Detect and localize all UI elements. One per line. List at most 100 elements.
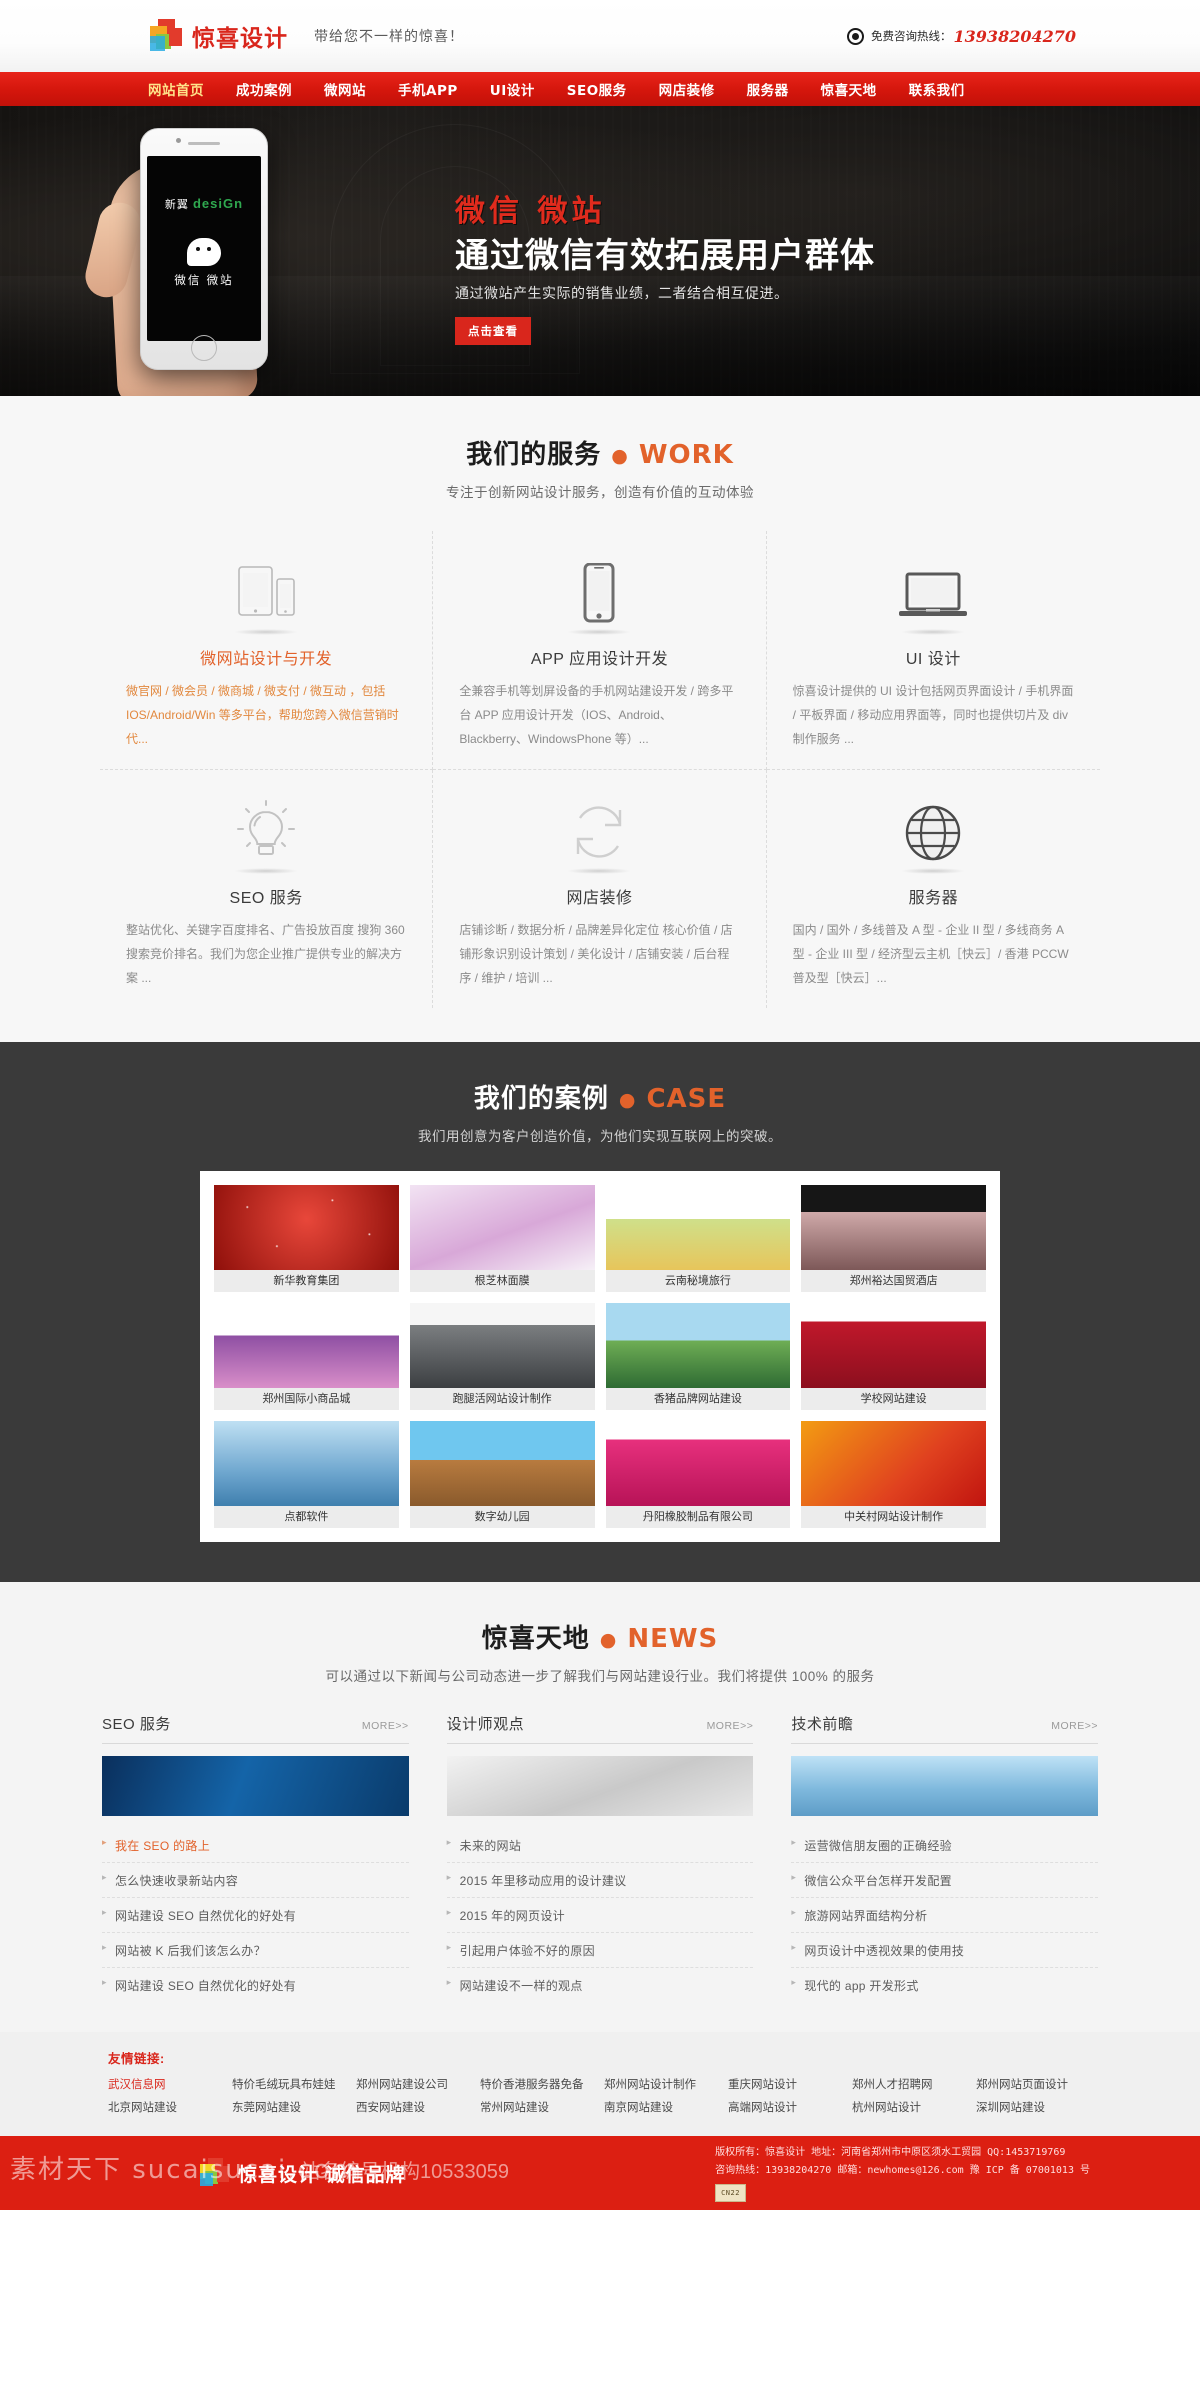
news-link-1-1[interactable]: 2015 年里移动应用的设计建议 — [447, 1863, 754, 1897]
news-column-image[interactable] — [102, 1756, 409, 1816]
friendly-link-1-5[interactable]: 重庆网站设计 — [728, 2076, 852, 2092]
friendly-link-1-6[interactable]: 郑州人才招聘网 — [852, 2076, 976, 2092]
nav-item-9[interactable]: 联系我们 — [909, 79, 965, 99]
footer-copyright: 版权所有：惊喜设计 地址：河南省郑州市中原区须水工贸园 QQ:145371976… — [715, 2144, 1090, 2203]
nav-item-0[interactable]: 网站首页 — [148, 79, 204, 99]
case-thumbnail — [409, 1421, 595, 1506]
case-item-1[interactable]: 根芝林面膜 — [409, 1185, 595, 1292]
hero-kicker: 微信 微站 — [455, 194, 606, 229]
friendly-link-1-1[interactable]: 特价毛绒玩具布娃娃 — [232, 2076, 356, 2092]
case-item-7[interactable]: 学校网站建设 — [801, 1303, 986, 1410]
news-link-1-0[interactable]: 未来的网站 — [447, 1828, 754, 1862]
news-more-link[interactable]: MORE>> — [707, 1720, 754, 1732]
news-more-link[interactable]: MORE>> — [362, 1720, 409, 1732]
tablet-phone-icon — [126, 553, 406, 623]
service-card-5[interactable]: 服务器 国内 / 国外 / 多线普及 A 型 - 企业 II 型 / 多线商务 A… — [767, 770, 1100, 1008]
news-link-0-1[interactable]: 怎么快速收录新站内容 — [102, 1863, 409, 1897]
case-thumbnail — [214, 1421, 399, 1506]
service-description: 整站优化、关键字百度排名、广告投放百度 搜狗 360 搜索竞价排名。我们为您企业… — [126, 923, 405, 985]
friendly-link-2-1[interactable]: 东莞网站建设 — [232, 2099, 356, 2115]
friendly-link-1-4[interactable]: 郑州网站设计制作 — [604, 2076, 728, 2092]
news-list: 运营微信朋友圈的正确经验微信公众平台怎样开发配置旅游网站界面结构分析网页设计中透… — [791, 1828, 1098, 2002]
icon-shadow — [901, 868, 966, 874]
friendly-link-2-0[interactable]: 北京网站建设 — [108, 2099, 232, 2115]
friendly-link-1-3[interactable]: 特价香港服务器免备 — [480, 2076, 604, 2092]
news-link-2-4[interactable]: 现代的 app 开发形式 — [791, 1968, 1098, 2002]
site-header: 惊喜设计 带给您不一样的惊喜！ 免费咨询热线： 13938204270 — [0, 0, 1200, 72]
site-footer: 惊喜设计 诚信品牌 版权所有：惊喜设计 地址：河南省郑州市中原区须水工贸园 QQ… — [0, 2136, 1200, 2210]
service-card-1[interactable]: APP 应用设计开发 全兼容手机等划屏设备的手机网站建设开发 / 跨多平台 APP… — [433, 531, 767, 770]
service-card-0[interactable]: 微网站设计与开发 微官网 / 微会员 / 微商城 / 微支付 / 微互动 ，包括 … — [100, 531, 434, 770]
friendly-link-2-2[interactable]: 西安网站建设 — [356, 2099, 480, 2115]
news-list-item: 未来的网站 — [446, 1828, 754, 1863]
friendly-link-2-3[interactable]: 常州网站建设 — [480, 2099, 604, 2115]
nav-item-4[interactable]: UI设计 — [490, 79, 535, 99]
case-thumbnail — [605, 1185, 791, 1270]
news-more-link[interactable]: MORE>> — [1051, 1720, 1098, 1732]
news-link-0-3[interactable]: 网站被 K 后我们该怎么办？ — [102, 1933, 409, 1967]
news-column-image[interactable] — [791, 1756, 1098, 1816]
case-thumbnail — [801, 1421, 986, 1506]
icon-shadow — [567, 629, 632, 635]
service-card-2[interactable]: UI 设计 惊喜设计提供的 UI 设计包括网页界面设计 / 手机界面 / 平板界面… — [766, 531, 1100, 770]
news-link-0-0[interactable]: 我在 SEO 的路上 — [102, 1828, 409, 1862]
friendly-link-1-2[interactable]: 郑州网站建设公司 — [356, 2076, 480, 2092]
service-card-3[interactable]: SEO 服务整站优化、关键字百度排名、广告投放百度 搜狗 360 搜索竞价排名。… — [100, 770, 434, 1008]
news-link-2-3[interactable]: 网页设计中透视效果的使用技 — [791, 1933, 1098, 1967]
news-link-0-4[interactable]: 网站建设 SEO 自然优化的好处有 — [102, 1968, 409, 2002]
heading-dot-icon: ● — [618, 1088, 637, 1111]
hero-cta-button[interactable]: 点击查看 — [455, 317, 531, 345]
nav-item-8[interactable]: 惊喜天地 — [821, 79, 877, 99]
news-link-1-2[interactable]: 2015 年的网页设计 — [447, 1898, 754, 1932]
news-heading: 惊喜天地 ● NEWS — [0, 1618, 1200, 1655]
case-caption: 跑腿活网站设计制作 — [409, 1388, 595, 1410]
news-column-image[interactable] — [446, 1756, 754, 1816]
service-card-4[interactable]: 网店装修 店铺诊断 / 数据分析 / 品牌差异化定位 核心价值 / 店铺形象识别设… — [433, 770, 767, 1008]
case-item-0[interactable]: 新华教育集团 — [214, 1185, 399, 1292]
case-item-4[interactable]: 郑州国际小商品城 — [214, 1303, 399, 1410]
nav-item-3[interactable]: 手机APP — [398, 79, 458, 99]
news-link-1-4[interactable]: 网站建设不一样的观点 — [447, 1968, 754, 2002]
nav-item-7[interactable]: 服务器 — [747, 79, 789, 99]
friendly-link-2-6[interactable]: 杭州网站设计 — [852, 2099, 976, 2115]
nav-item-2[interactable]: 微网站 — [324, 79, 366, 99]
hotline-label: 免费咨询热线： — [871, 31, 952, 43]
news-link-2-2[interactable]: 旅游网站界面结构分析 — [791, 1898, 1098, 1932]
nav-item-6[interactable]: 网店装修 — [659, 79, 715, 99]
case-item-6[interactable]: 香猪品牌网站建设 — [605, 1303, 791, 1410]
case-item-11[interactable]: 中关村网站设计制作 — [801, 1421, 986, 1528]
news-link-0-2[interactable]: 网站建设 SEO 自然优化的好处有 — [102, 1898, 409, 1932]
case-item-9[interactable]: 数字幼儿园 — [409, 1421, 595, 1528]
services-heading: 我们的服务 ● WORK — [0, 434, 1200, 471]
nav-item-5[interactable]: SEO服务 — [567, 79, 627, 99]
news-link-1-3[interactable]: 引起用户体验不好的原因 — [447, 1933, 754, 1967]
news-link-2-0[interactable]: 运营微信朋友圈的正确经验 — [791, 1828, 1098, 1862]
friendly-link-2-4[interactable]: 南京网站建设 — [604, 2099, 728, 2115]
case-item-5[interactable]: 跑腿活网站设计制作 — [409, 1303, 595, 1410]
case-item-10[interactable]: 丹阳橡胶制品有限公司 — [605, 1421, 791, 1528]
friendly-links-title: 友情链接: — [108, 2052, 165, 2066]
site-logo[interactable]: 惊喜设计 — [150, 19, 288, 53]
heading-dot-icon: ● — [611, 444, 629, 467]
friendly-link-2-5[interactable]: 高端网站设计 — [728, 2099, 852, 2115]
friendly-link-2-7[interactable]: 深圳网站建设 — [976, 2099, 1100, 2115]
service-name: 服务器 — [908, 890, 959, 907]
globe-icon — [793, 792, 1074, 862]
case-item-8[interactable]: 点都软件 — [214, 1421, 399, 1528]
case-caption: 新华教育集团 — [214, 1270, 399, 1292]
main-navigation[interactable]: 网站首页 成功案例 微网站 手机APP UI设计 SEO服务 网店装修 服务器 惊喜天地 联系我们 — [0, 72, 1200, 106]
case-item-2[interactable]: 云南秘境旅行 — [605, 1185, 791, 1292]
case-thumbnail — [409, 1185, 595, 1270]
news-link-2-1[interactable]: 微信公众平台怎样开发配置 — [791, 1863, 1098, 1897]
icp-badge-icon: CN22 — [715, 2183, 746, 2203]
case-item-3[interactable]: 郑州裕达国贸酒店 — [801, 1185, 986, 1292]
news-heading-cn: 惊喜天地 — [481, 1624, 590, 1654]
friendly-link-1-0[interactable]: 武汉信息网 — [108, 2076, 232, 2092]
nav-item-1[interactable]: 成功案例 — [236, 79, 292, 99]
service-name: SEO 服务 — [229, 890, 303, 907]
phone-home-button-icon — [191, 335, 217, 361]
friendly-link-1-7[interactable]: 郑州网站页面设计 — [976, 2076, 1100, 2092]
news-list-item: 2015 年的网页设计 — [446, 1898, 754, 1933]
phone-camera-icon — [176, 138, 181, 143]
news-list-item: 2015 年里移动应用的设计建议 — [446, 1863, 754, 1898]
